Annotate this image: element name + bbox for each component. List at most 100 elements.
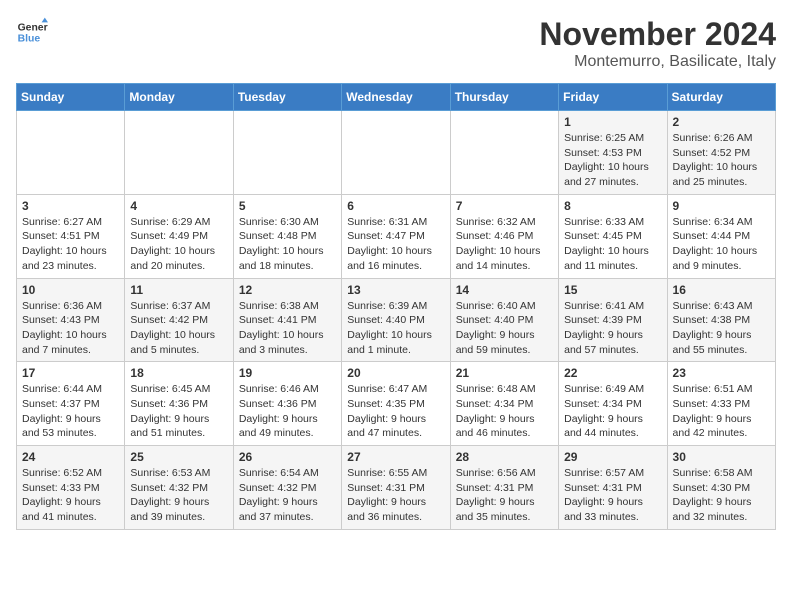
table-row: 6Sunrise: 6:31 AM Sunset: 4:47 PM Daylig…	[342, 194, 450, 278]
table-row: 15 Sunrise: 6:41 AM Sunset: 4:39 PM Dayli…	[559, 278, 667, 362]
day-detail: Sunrise: 6:39 AM Sunset: 4:40 PM Dayligh…	[347, 299, 444, 358]
col-sunday: Sunday	[17, 84, 125, 111]
table-row: 9 Sunrise: 6:34 AM Sunset: 4:44 PM Daylig…	[667, 194, 775, 278]
day-number: 5	[239, 199, 336, 213]
day-number: 11	[130, 283, 227, 297]
table-row: 24Sunrise: 6:52 AM Sunset: 4:33 PM Dayli…	[17, 446, 125, 530]
day-detail: Sunrise: 6:58 AM Sunset: 4:30 PM Dayligh…	[673, 466, 770, 525]
col-wednesday: Wednesday	[342, 84, 450, 111]
logo-icon: General Blue	[16, 16, 48, 48]
table-row: 20 Sunrise: 6:47 AM Sunset: 4:35 PM Dayli…	[342, 362, 450, 446]
calendar-week-row: 1Sunrise: 6:25 AM Sunset: 4:53 PM Daylig…	[17, 111, 776, 195]
day-number: 29	[564, 450, 661, 464]
day-detail: Sunrise: 6:36 AM Sunset: 4:43 PM Dayligh…	[22, 299, 119, 358]
col-saturday: Saturday	[667, 84, 775, 111]
day-detail: Sunrise: 6:47 AM Sunset: 4:35 PM Dayligh…	[347, 382, 444, 441]
day-detail: Sunrise: 6:56 AM Sunset: 4:31 PM Dayligh…	[456, 466, 553, 525]
table-row	[125, 111, 233, 195]
day-number: 3	[22, 199, 119, 213]
table-row: 4 Sunrise: 6:29 AM Sunset: 4:49 PM Daylig…	[125, 194, 233, 278]
day-number: 21	[456, 366, 553, 380]
table-row: 1Sunrise: 6:25 AM Sunset: 4:53 PM Daylig…	[559, 111, 667, 195]
table-row: 8 Sunrise: 6:33 AM Sunset: 4:45 PM Daylig…	[559, 194, 667, 278]
day-number: 2	[673, 115, 770, 129]
svg-text:General: General	[18, 22, 48, 33]
day-detail: Sunrise: 6:45 AM Sunset: 4:36 PM Dayligh…	[130, 382, 227, 441]
day-detail: Sunrise: 6:29 AM Sunset: 4:49 PM Dayligh…	[130, 215, 227, 274]
table-row: 10 Sunrise: 6:36 AM Sunset: 4:43 PM Dayli…	[17, 278, 125, 362]
day-number: 10	[22, 283, 119, 297]
table-row: 18 Sunrise: 6:45 AM Sunset: 4:36 PM Dayli…	[125, 362, 233, 446]
table-row: 23 Sunrise: 6:51 AM Sunset: 4:33 PM Dayli…	[667, 362, 775, 446]
table-row: 28Sunrise: 6:56 AM Sunset: 4:31 PM Dayli…	[450, 446, 558, 530]
day-number: 7	[456, 199, 553, 213]
header: General Blue November 2024 Montemurro, B…	[16, 16, 776, 71]
table-row: 14Sunrise: 6:40 AM Sunset: 4:40 PM Dayli…	[450, 278, 558, 362]
month-title: November 2024	[539, 16, 776, 53]
table-row	[450, 111, 558, 195]
calendar-table: Sunday Monday Tuesday Wednesday Thursday…	[16, 83, 776, 530]
calendar-week-row: 10 Sunrise: 6:36 AM Sunset: 4:43 PM Dayli…	[17, 278, 776, 362]
title-area: November 2024 Montemurro, Basilicate, It…	[539, 16, 776, 71]
calendar-week-row: 24Sunrise: 6:52 AM Sunset: 4:33 PM Dayli…	[17, 446, 776, 530]
day-detail: Sunrise: 6:53 AM Sunset: 4:32 PM Dayligh…	[130, 466, 227, 525]
day-number: 22	[564, 366, 661, 380]
day-number: 8	[564, 199, 661, 213]
table-row: 2Sunrise: 6:26 AM Sunset: 4:52 PM Daylig…	[667, 111, 775, 195]
col-monday: Monday	[125, 84, 233, 111]
table-row: 17 Sunrise: 6:44 AM Sunset: 4:37 PM Dayli…	[17, 362, 125, 446]
day-number: 12	[239, 283, 336, 297]
day-detail: Sunrise: 6:57 AM Sunset: 4:31 PM Dayligh…	[564, 466, 661, 525]
day-number: 4	[130, 199, 227, 213]
table-row: 21 Sunrise: 6:48 AM Sunset: 4:34 PM Dayli…	[450, 362, 558, 446]
day-detail: Sunrise: 6:49 AM Sunset: 4:34 PM Dayligh…	[564, 382, 661, 441]
day-number: 26	[239, 450, 336, 464]
day-detail: Sunrise: 6:27 AM Sunset: 4:51 PM Dayligh…	[22, 215, 119, 274]
day-number: 23	[673, 366, 770, 380]
table-row	[342, 111, 450, 195]
table-row: 25 Sunrise: 6:53 AM Sunset: 4:32 PM Dayli…	[125, 446, 233, 530]
calendar-header-row: Sunday Monday Tuesday Wednesday Thursday…	[17, 84, 776, 111]
calendar-week-row: 17 Sunrise: 6:44 AM Sunset: 4:37 PM Dayli…	[17, 362, 776, 446]
day-detail: Sunrise: 6:44 AM Sunset: 4:37 PM Dayligh…	[22, 382, 119, 441]
day-number: 15	[564, 283, 661, 297]
table-row: 19Sunrise: 6:46 AM Sunset: 4:36 PM Dayli…	[233, 362, 341, 446]
table-row: 7Sunrise: 6:32 AM Sunset: 4:46 PM Daylig…	[450, 194, 558, 278]
day-number: 25	[130, 450, 227, 464]
day-detail: Sunrise: 6:54 AM Sunset: 4:32 PM Dayligh…	[239, 466, 336, 525]
calendar-week-row: 3 Sunrise: 6:27 AM Sunset: 4:51 PM Daylig…	[17, 194, 776, 278]
day-detail: Sunrise: 6:30 AM Sunset: 4:48 PM Dayligh…	[239, 215, 336, 274]
table-row: 22 Sunrise: 6:49 AM Sunset: 4:34 PM Dayli…	[559, 362, 667, 446]
day-number: 9	[673, 199, 770, 213]
day-detail: Sunrise: 6:41 AM Sunset: 4:39 PM Dayligh…	[564, 299, 661, 358]
day-number: 20	[347, 366, 444, 380]
table-row: 5 Sunrise: 6:30 AM Sunset: 4:48 PM Daylig…	[233, 194, 341, 278]
table-row: 12Sunrise: 6:38 AM Sunset: 4:41 PM Dayli…	[233, 278, 341, 362]
day-detail: Sunrise: 6:46 AM Sunset: 4:36 PM Dayligh…	[239, 382, 336, 441]
day-detail: Sunrise: 6:34 AM Sunset: 4:44 PM Dayligh…	[673, 215, 770, 274]
table-row: 26 Sunrise: 6:54 AM Sunset: 4:32 PM Dayli…	[233, 446, 341, 530]
day-number: 24	[22, 450, 119, 464]
logo: General Blue	[16, 16, 48, 48]
day-number: 6	[347, 199, 444, 213]
day-number: 18	[130, 366, 227, 380]
table-row: 13 Sunrise: 6:39 AM Sunset: 4:40 PM Dayli…	[342, 278, 450, 362]
table-row	[233, 111, 341, 195]
day-detail: Sunrise: 6:33 AM Sunset: 4:45 PM Dayligh…	[564, 215, 661, 274]
day-number: 16	[673, 283, 770, 297]
day-number: 13	[347, 283, 444, 297]
col-thursday: Thursday	[450, 84, 558, 111]
table-row	[17, 111, 125, 195]
day-number: 17	[22, 366, 119, 380]
table-row: 3 Sunrise: 6:27 AM Sunset: 4:51 PM Daylig…	[17, 194, 125, 278]
day-detail: Sunrise: 6:37 AM Sunset: 4:42 PM Dayligh…	[130, 299, 227, 358]
day-detail: Sunrise: 6:48 AM Sunset: 4:34 PM Dayligh…	[456, 382, 553, 441]
day-detail: Sunrise: 6:25 AM Sunset: 4:53 PM Dayligh…	[564, 131, 661, 190]
day-number: 30	[673, 450, 770, 464]
day-detail: Sunrise: 6:51 AM Sunset: 4:33 PM Dayligh…	[673, 382, 770, 441]
location-title: Montemurro, Basilicate, Italy	[539, 53, 776, 71]
day-detail: Sunrise: 6:55 AM Sunset: 4:31 PM Dayligh…	[347, 466, 444, 525]
day-detail: Sunrise: 6:43 AM Sunset: 4:38 PM Dayligh…	[673, 299, 770, 358]
col-friday: Friday	[559, 84, 667, 111]
table-row: 29 Sunrise: 6:57 AM Sunset: 4:31 PM Dayli…	[559, 446, 667, 530]
